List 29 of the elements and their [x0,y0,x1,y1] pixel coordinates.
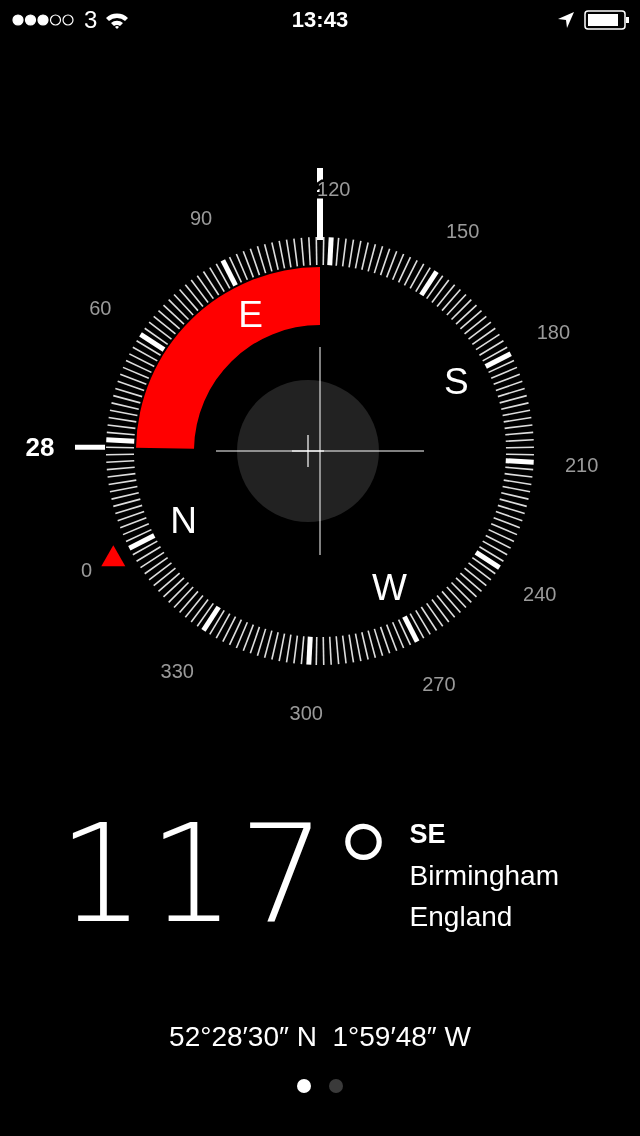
marker-bearing: 28 [25,432,55,463]
degree-label: 270 [422,673,456,696]
degree-label: 0 [81,558,93,581]
city: Birmingham [409,859,559,893]
wifi-icon [105,11,130,29]
location-arrow-icon [558,12,574,28]
degree-label: 150 [446,220,480,243]
degree-label: 60 [89,297,112,320]
battery-icon [584,10,630,30]
cardinal-letter: E [238,294,263,336]
page-dot[interactable] [297,1079,311,1093]
page-dot[interactable] [329,1079,343,1093]
coordinates: 52°28′30″ N 1°59′48″ W [168,1021,472,1053]
carrier: 3 [84,6,98,34]
cardinal-letter: N [170,499,198,541]
degree-label: 240 [523,582,557,605]
clock: 13:43 [291,7,349,33]
region: England [409,900,514,934]
degree-label: 90 [189,206,213,229]
triangle-icon [101,545,126,567]
cardinal-letter: W [372,566,407,608]
signal-icon [12,13,76,27]
degree-label: 180 [536,321,571,344]
heading-value: 117° [58,818,402,930]
direction: SE [409,818,447,851]
degree-label: 330 [160,659,194,682]
cardinal-letter: S [444,361,469,403]
degree-label: 210 [564,453,599,476]
degree-label: 300 [289,701,323,724]
